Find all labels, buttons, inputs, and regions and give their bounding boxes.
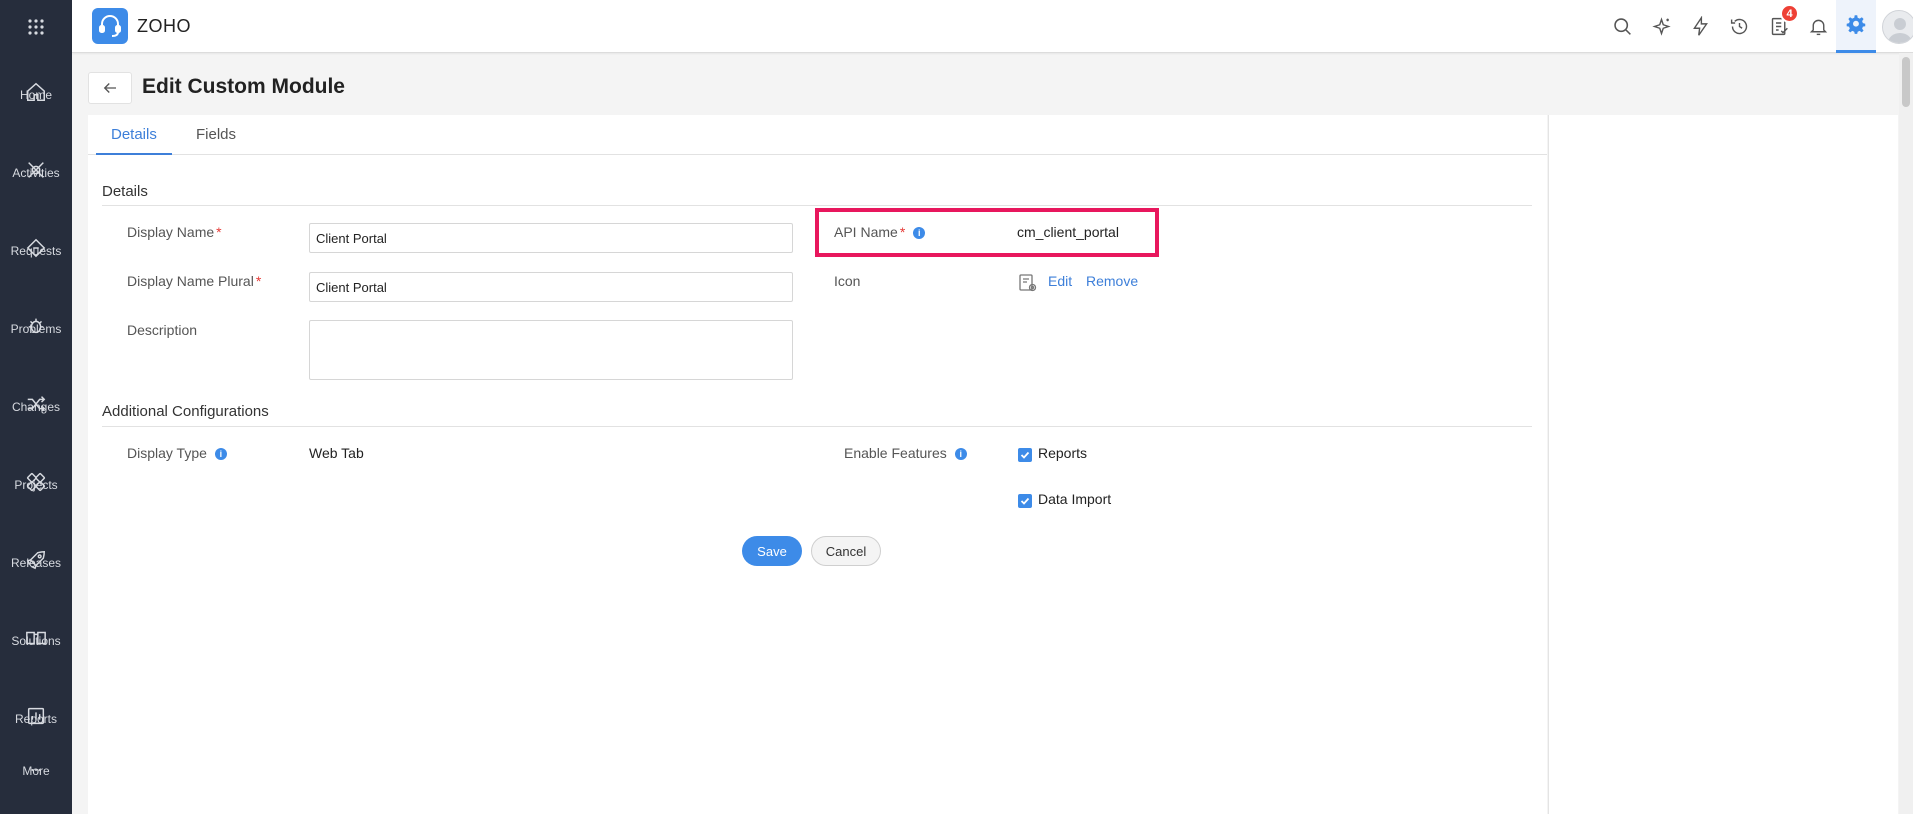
top-bar: ZOHO 4 (72, 0, 1913, 53)
display-name-label: Display Name * (127, 224, 222, 240)
cancel-button[interactable]: Cancel (811, 536, 881, 566)
enable-features-label: Enable Features i (844, 445, 967, 461)
notification-badge: 4 (1780, 4, 1799, 23)
display-name-plural-label: Display Name Plural * (127, 273, 262, 289)
rail-item-solutions[interactable]: Solutions (0, 602, 72, 680)
required-asterisk: * (216, 224, 222, 240)
rail-item-label: Activities (12, 166, 60, 180)
tab-fields[interactable]: Fields (181, 115, 251, 155)
scrollbar-thumb[interactable] (1902, 57, 1910, 107)
details-divider (102, 205, 1532, 206)
rail-item-label: Problems (10, 322, 62, 336)
rail-item-more[interactable]: More (0, 758, 72, 814)
tab-bar: Details Fields (88, 115, 1547, 155)
api-name-highlight (815, 208, 1159, 257)
tasks-icon[interactable]: 4 (1765, 4, 1799, 40)
description-label: Description (127, 322, 198, 338)
additional-section-title: Additional Configurations (102, 403, 269, 420)
module-icon-preview (1019, 274, 1037, 292)
lightning-icon[interactable] (1686, 12, 1714, 40)
vertical-scrollbar[interactable] (1899, 53, 1913, 814)
bell-icon[interactable] (1804, 12, 1832, 40)
rail-item-changes[interactable]: Changes (0, 368, 72, 446)
display-type-label: Display Type i (127, 445, 227, 461)
icon-edit-link[interactable]: Edit (1048, 273, 1072, 289)
app-grid-icon[interactable] (0, 0, 72, 53)
rail-item-home[interactable]: Home (0, 56, 72, 134)
details-section-title: Details (102, 183, 148, 200)
display-name-plural-input[interactable] (309, 272, 793, 302)
display-name-input[interactable] (309, 223, 793, 253)
search-icon[interactable] (1608, 12, 1636, 40)
rail-item-label: Solutions (11, 634, 61, 648)
checkmark-icon (1020, 497, 1030, 505)
rail-item-releases[interactable]: Releases (0, 524, 72, 602)
ai-sparkle-icon[interactable] (1647, 12, 1675, 40)
arrow-left-icon (103, 83, 116, 93)
brand-logo-icon[interactable] (92, 8, 128, 44)
rail-item-projects[interactable]: Projects (0, 446, 72, 524)
rail-item-label: Home (19, 88, 52, 102)
icon-label: Icon (834, 273, 861, 289)
rail-item-reports[interactable]: Reports (0, 680, 72, 758)
data-import-checkbox-label: Data Import (1038, 491, 1112, 507)
rail-item-label: Projects (14, 478, 58, 492)
left-nav-rail: Home Activities Requests Problems Change… (0, 0, 72, 814)
gear-icon[interactable] (1836, 0, 1876, 53)
icon-remove-link[interactable]: Remove (1086, 273, 1138, 289)
history-icon[interactable] (1725, 12, 1753, 40)
data-import-checkbox[interactable] (1018, 494, 1032, 508)
page-title: Edit Custom Module (142, 75, 345, 98)
required-asterisk: * (255, 273, 262, 289)
rail-item-problems[interactable]: Problems (0, 290, 72, 368)
rail-item-label: Changes (11, 400, 61, 414)
rail-item-requests[interactable]: Requests (0, 212, 72, 290)
additional-divider (102, 426, 1532, 427)
info-icon[interactable]: i (214, 448, 227, 461)
avatar[interactable] (1882, 10, 1913, 44)
description-textarea[interactable] (309, 320, 793, 380)
info-icon[interactable]: i (954, 448, 967, 461)
display-type-value: Web Tab (309, 445, 364, 461)
back-button[interactable] (88, 72, 132, 104)
reports-checkbox[interactable] (1018, 448, 1032, 462)
tab-details[interactable]: Details (96, 115, 172, 155)
rail-item-label: Releases (10, 556, 62, 570)
right-side-panel (1548, 115, 1898, 814)
rail-item-label: More (22, 764, 50, 778)
save-button[interactable]: Save (742, 536, 802, 566)
checkmark-icon (1020, 451, 1030, 459)
rail-item-activities[interactable]: Activities (0, 134, 72, 212)
brand-name: ZOHO (137, 16, 191, 36)
rail-item-label: Requests (10, 244, 62, 258)
rail-item-label: Reports (14, 712, 58, 726)
reports-checkbox-label: Reports (1038, 445, 1088, 461)
